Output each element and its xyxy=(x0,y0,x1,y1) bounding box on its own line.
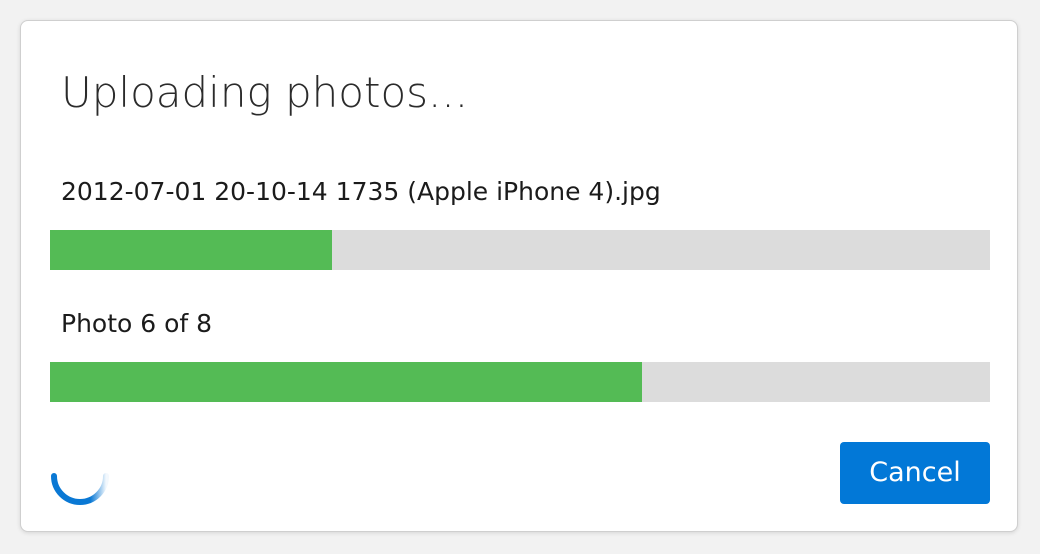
photo-count-status: Photo 6 of 8 xyxy=(61,309,213,338)
file-progress-bar xyxy=(50,230,990,270)
dialog-title: Uploading photos... xyxy=(61,68,469,117)
loading-spinner-icon xyxy=(51,473,109,505)
overall-progress-fill xyxy=(50,362,643,402)
file-progress-fill xyxy=(50,230,332,270)
cancel-button[interactable]: Cancel xyxy=(840,442,990,504)
overall-progress-bar xyxy=(50,362,990,402)
current-file-name: 2012-07-01 20-10-14 1735 (Apple iPhone 4… xyxy=(61,177,661,206)
upload-dialog: Uploading photos... 2012-07-01 20-10-14 … xyxy=(20,20,1018,532)
